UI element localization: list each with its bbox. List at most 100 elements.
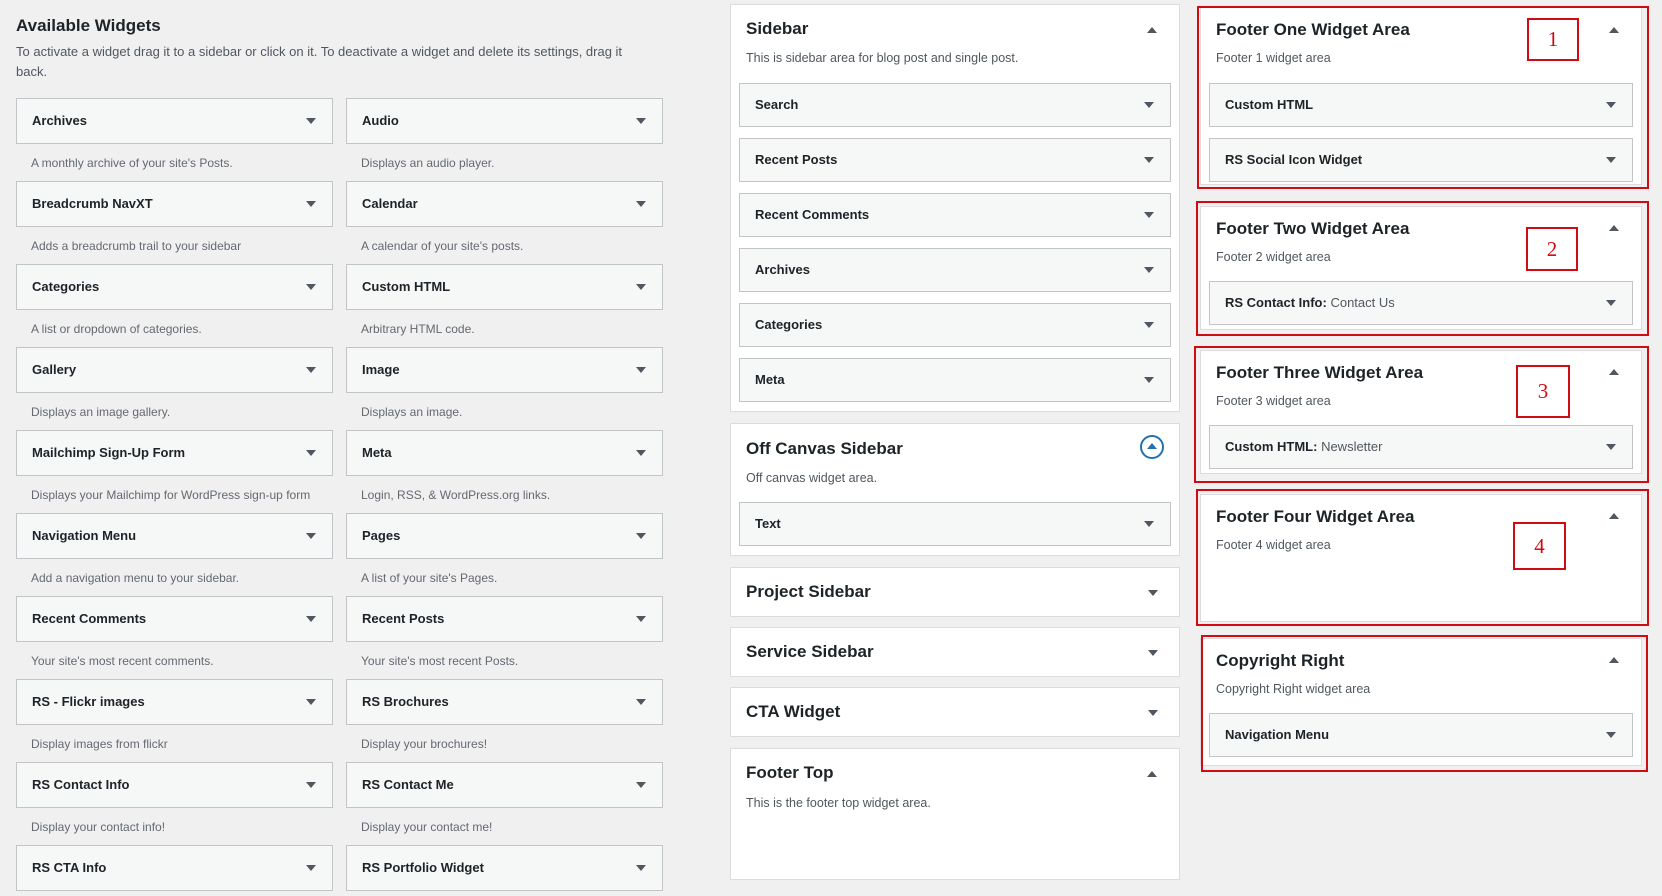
footer-two-title[interactable]: Footer Two Widget Area [1216,219,1409,239]
chevron-down-icon[interactable] [306,616,316,622]
sidebar-widget[interactable]: RS Contact Info: Contact Us [1209,281,1633,325]
widget-title-bar[interactable]: RS Brochures [346,679,663,725]
chevron-down-icon[interactable] [1606,157,1616,163]
chevron-down-icon[interactable] [1148,710,1158,716]
service-sidebar-title[interactable]: Service Sidebar [746,642,874,662]
copyright-title[interactable]: Copyright Right [1216,651,1344,671]
annotation-number-1: 1 [1527,18,1579,61]
chevron-down-icon[interactable] [1606,300,1616,306]
widget-title-bar[interactable]: Mailchimp Sign-Up Form [16,430,333,476]
widget-title-bar[interactable]: RS - Flickr images [16,679,333,725]
widget-title-bar[interactable]: Gallery [16,347,333,393]
collapse-arrow-icon[interactable] [1147,27,1157,33]
widget-title-bar[interactable]: Meta [346,430,663,476]
chevron-down-icon[interactable] [1606,102,1616,108]
widget-title-bar[interactable]: Calendar [346,181,663,227]
chevron-down-icon[interactable] [636,865,646,871]
chevron-down-icon[interactable] [1144,267,1154,273]
collapse-circle-icon[interactable] [1140,435,1164,459]
chevron-down-icon[interactable] [636,284,646,290]
sidebar-widget[interactable]: Text [739,502,1171,546]
chevron-down-icon[interactable] [1606,732,1616,738]
widget-name: Text [755,516,781,531]
chevron-down-icon[interactable] [636,201,646,207]
widget-title-bar[interactable]: Recent Comments [16,596,333,642]
widget-title-bar[interactable]: RS Contact Info [16,762,333,808]
chevron-down-icon[interactable] [1144,212,1154,218]
cta-widget-area[interactable]: CTA Widget [730,687,1180,737]
project-sidebar-area[interactable]: Project Sidebar [730,567,1180,617]
widget-title-bar[interactable]: RS CTA Info [16,845,333,891]
chevron-down-icon[interactable] [1148,650,1158,656]
sidebar-widget[interactable]: Search [739,83,1171,127]
widget-title-bar[interactable]: Pages [346,513,663,559]
chevron-down-icon[interactable] [306,367,316,373]
chevron-down-icon[interactable] [1144,157,1154,163]
widget-title-bar[interactable]: Categories [16,264,333,310]
widget-image: Image Displays an image. [346,347,663,430]
widget-title-bar[interactable]: Navigation Menu [16,513,333,559]
widget-name: Meta [362,445,392,460]
sidebar-widget[interactable]: Custom HTML: Newsletter [1209,425,1633,469]
widget-name: Mailchimp Sign-Up Form [32,445,186,460]
chevron-down-icon[interactable] [1144,322,1154,328]
collapse-arrow-icon[interactable] [1609,369,1619,375]
chevron-down-icon[interactable] [636,118,646,124]
sidebar-widget[interactable]: Meta [739,358,1171,402]
chevron-down-icon[interactable] [1606,444,1616,450]
chevron-down-icon[interactable] [636,450,646,456]
chevron-down-icon[interactable] [1144,377,1154,383]
cta-widget-title[interactable]: CTA Widget [746,702,840,722]
widget-title-bar[interactable]: RS Portfolio Widget [346,845,663,891]
sidebar-widget[interactable]: Custom HTML [1209,83,1633,127]
chevron-down-icon[interactable] [636,616,646,622]
footer-top-title[interactable]: Footer Top [746,763,834,783]
project-sidebar-title[interactable]: Project Sidebar [746,582,871,602]
footer-three-area: Footer Three Widget Area Footer 3 widget… [1200,350,1642,474]
chevron-down-icon[interactable] [306,865,316,871]
footer-one-title[interactable]: Footer One Widget Area [1216,20,1410,40]
sidebar-area-title[interactable]: Sidebar [746,19,808,39]
widget-name: Recent Posts [755,152,838,167]
chevron-down-icon[interactable] [306,450,316,456]
chevron-down-icon[interactable] [636,367,646,373]
chevron-down-icon[interactable] [306,284,316,290]
footer-three-title[interactable]: Footer Three Widget Area [1216,363,1423,383]
chevron-down-icon[interactable] [636,533,646,539]
sidebar-widget[interactable]: RS Social Icon Widget [1209,138,1633,182]
service-sidebar-area[interactable]: Service Sidebar [730,627,1180,677]
off-canvas-description: Off canvas widget area. [746,471,878,485]
chevron-down-icon[interactable] [1148,590,1158,596]
sidebar-widget[interactable]: Categories [739,303,1171,347]
widget-audio: Audio Displays an audio player. [346,98,663,181]
chevron-down-icon[interactable] [306,782,316,788]
widget-title-bar[interactable]: Custom HTML [346,264,663,310]
chevron-down-icon[interactable] [1144,102,1154,108]
chevron-down-icon[interactable] [636,782,646,788]
collapse-arrow-icon[interactable] [1147,771,1157,777]
chevron-down-icon[interactable] [1144,521,1154,527]
footer-four-title[interactable]: Footer Four Widget Area [1216,507,1415,527]
chevron-down-icon[interactable] [306,699,316,705]
chevron-down-icon[interactable] [306,118,316,124]
widget-title-bar[interactable]: Archives [16,98,333,144]
collapse-arrow-icon[interactable] [1609,657,1619,663]
chevron-down-icon[interactable] [636,699,646,705]
widget-title-bar[interactable]: RS Contact Me [346,762,663,808]
collapse-arrow-icon[interactable] [1609,513,1619,519]
widget-name: RS Portfolio Widget [362,860,484,875]
collapse-arrow-icon[interactable] [1609,225,1619,231]
widget-title-bar[interactable]: Breadcrumb NavXT [16,181,333,227]
footer-four-area: Footer Four Widget Area Footer 4 widget … [1200,494,1642,622]
widget-title-bar[interactable]: Image [346,347,663,393]
collapse-arrow-icon[interactable] [1609,27,1619,33]
chevron-down-icon[interactable] [306,201,316,207]
sidebar-widget[interactable]: Navigation Menu [1209,713,1633,757]
sidebar-widget[interactable]: Archives [739,248,1171,292]
sidebar-widget[interactable]: Recent Posts [739,138,1171,182]
widget-title-bar[interactable]: Recent Posts [346,596,663,642]
chevron-down-icon[interactable] [306,533,316,539]
widget-title-bar[interactable]: Audio [346,98,663,144]
off-canvas-title[interactable]: Off Canvas Sidebar [746,439,903,459]
sidebar-widget[interactable]: Recent Comments [739,193,1171,237]
